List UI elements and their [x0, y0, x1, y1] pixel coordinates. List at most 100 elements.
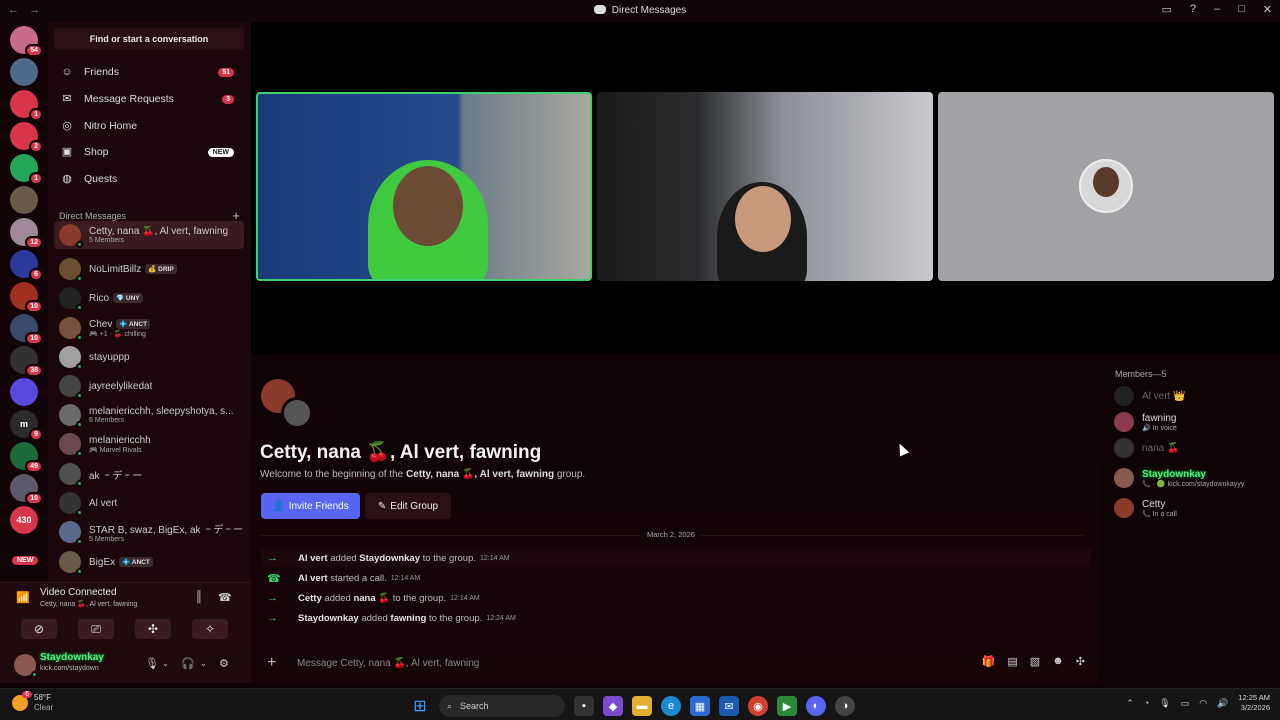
edge-icon[interactable]: e [661, 696, 681, 716]
message-target[interactable]: nana 🍒 [353, 593, 390, 604]
server-icon[interactable] [10, 58, 38, 86]
signal-icon[interactable]: 📶 [16, 591, 30, 605]
task-view-icon[interactable]: ▪ [574, 696, 594, 716]
wifi-icon[interactable]: ◠ [1199, 698, 1207, 709]
apps-icon[interactable]: ✣ [1076, 655, 1085, 668]
member-item[interactable]: Cetty 📞 In a call [1114, 495, 1274, 521]
dm-item[interactable]: Cetty, nana 🍒, Al vert, fawning 5 Members [54, 221, 244, 249]
screen-share-button[interactable]: ⎚ [78, 619, 114, 639]
message-actor[interactable]: Staydownkay [298, 613, 359, 624]
store-icon[interactable]: ▦ [690, 696, 710, 716]
server-icon[interactable]: 1 [10, 90, 43, 121]
server-icon[interactable]: 12 [10, 218, 43, 249]
weather-widget[interactable]: 6 58°F Clear [12, 691, 53, 713]
invite-friends-button[interactable]: 👤 Invite Friends [261, 493, 360, 519]
disconnect-icon[interactable]: ☎ [218, 591, 232, 604]
member-item[interactable]: nana 🍒 [1114, 435, 1274, 461]
member-item[interactable]: Al vert 👑 [1114, 383, 1274, 409]
dm-item[interactable]: STAR B, swaz, BigEx, ak ゠デ゠ー 5 Members [54, 518, 244, 546]
gif-icon[interactable]: ▤ [1007, 655, 1017, 668]
headphones-icon[interactable]: 🎧 [181, 657, 195, 670]
app-icon[interactable]: ◑ [835, 696, 855, 716]
mic-icon[interactable]: 🎙 [1159, 698, 1170, 709]
server-icon[interactable]: 49 [10, 442, 43, 473]
video-tile-fawning[interactable] [597, 92, 933, 281]
nav-item-shop[interactable]: ▣ Shop NEW [54, 140, 244, 164]
outlook-icon[interactable]: ✉ [719, 696, 739, 716]
edit-group-button[interactable]: ✎ Edit Group [365, 493, 451, 519]
message-composer[interactable]: + Message Cetty, nana 🍒, Al vert, fawnin… [261, 651, 1093, 675]
member-item[interactable]: fawning 🔊 In voice [1114, 409, 1274, 435]
minimize-button[interactable]: – [1214, 3, 1220, 16]
dm-item[interactable]: Rico 💎 UNY [54, 284, 244, 312]
help-icon[interactable]: ? [1190, 3, 1196, 16]
dm-item[interactable]: stayuppp [54, 343, 244, 371]
nav-item-mail[interactable]: ✉ Message Requests 3 [54, 87, 244, 111]
file-explorer-icon[interactable]: ▬ [632, 696, 652, 716]
message-actor[interactable]: Al vert [298, 553, 328, 564]
message-target[interactable]: fawning [390, 613, 426, 624]
dm-item[interactable]: NoLimitBillz 💰 DRIP [54, 255, 244, 283]
server-icon[interactable]: 10 [10, 474, 43, 505]
inbox-icon[interactable]: ▭ [1161, 3, 1171, 16]
message-actor[interactable]: Cetty [298, 593, 322, 604]
nav-item-friends[interactable]: ☺ Friends 51 [54, 60, 244, 84]
soundboard-button[interactable]: ✧ [192, 619, 228, 639]
server-icon[interactable]: 1 [10, 154, 43, 185]
chrome-icon[interactable]: ◉ [748, 696, 768, 716]
message-actor[interactable]: Al vert [298, 573, 328, 584]
emoji-icon[interactable]: ☻ [1052, 655, 1064, 668]
video-tile-alvert[interactable] [256, 92, 592, 281]
maximize-button[interactable]: □ [1238, 3, 1245, 16]
dm-item[interactable]: BigEx 💠 ANCT [54, 548, 244, 576]
noise-suppression-icon[interactable]: ║ [195, 591, 203, 603]
clock[interactable]: 12:25 AM 3/2/2026 [1238, 693, 1270, 713]
dm-item[interactable]: Chev 💠 ANCT 🎮 +1 · 🍒 chilling [54, 314, 244, 342]
avatar[interactable] [14, 654, 38, 678]
camera-off-button[interactable]: ⊘ [21, 619, 57, 639]
close-button[interactable]: ✕ [1263, 3, 1272, 16]
server-icon[interactable]: 10 [10, 282, 43, 313]
app-icon[interactable]: ◆ [603, 696, 623, 716]
server-icon[interactable] [10, 378, 38, 406]
dm-item[interactable]: ak ゠デ゠ー [54, 460, 244, 488]
display-icon[interactable]: ▭ [1181, 698, 1190, 709]
member-item[interactable]: Staydownkay 📞 · 🟢 kick.com/staydownkayyy [1114, 465, 1274, 491]
server-icon[interactable]: 6 [10, 250, 43, 281]
voice-channel[interactable]: Cetty, nana 🍒, Al vert, fawning [40, 600, 137, 608]
server-icon[interactable]: 10 [10, 314, 43, 345]
server-icon[interactable]: 54 [10, 26, 43, 57]
dm-item[interactable]: melaniericchh 🎮 Marvel Rivals [54, 430, 244, 458]
chevron-up-icon[interactable]: ⌃ [1126, 698, 1134, 709]
search-box[interactable]: ⌕ Search [439, 695, 565, 717]
mic-icon[interactable]: 🎙 [145, 657, 159, 670]
chevron-down-icon[interactable]: ⌄ [200, 659, 207, 668]
voice-status[interactable]: Video Connected [40, 587, 117, 598]
network-icon[interactable]: ◔ [1144, 698, 1149, 708]
media-icon[interactable]: ▶ [777, 696, 797, 716]
gift-icon[interactable]: 🎁 [982, 655, 996, 668]
server-icon[interactable] [10, 186, 38, 214]
chevron-down-icon[interactable]: ⌄ [162, 659, 169, 668]
nav-item-quests[interactable]: ◍ Quests [54, 167, 244, 191]
discord-taskbar-icon[interactable]: ◐ [806, 696, 826, 716]
find-conversation-button[interactable]: Find or start a conversation [54, 28, 244, 50]
server-icon[interactable]: 2 [10, 122, 43, 153]
server-icon[interactable]: m9 [10, 410, 43, 441]
gear-icon[interactable]: ⚙ [219, 657, 229, 670]
message-target[interactable]: Staydownkay [359, 553, 420, 564]
volume-icon[interactable]: 🔊 [1217, 698, 1228, 709]
user-name[interactable]: Staydownkay [40, 652, 104, 663]
video-tile-staydownkay[interactable] [938, 92, 1274, 281]
dm-item[interactable]: melaniericchh, sleepyshotya, s... 6 Membe… [54, 401, 244, 429]
attach-icon[interactable]: + [261, 654, 297, 672]
activities-button[interactable]: ✣ [135, 619, 171, 639]
sticker-icon[interactable]: ▧ [1030, 655, 1040, 668]
start-icon[interactable]: ⊞ [410, 696, 430, 716]
server-icon[interactable]: 38 [10, 346, 43, 377]
dm-item[interactable]: Al vert [54, 489, 244, 517]
server-icon[interactable]: 430 [10, 506, 38, 534]
message-input[interactable]: Message Cetty, nana 🍒, Al vert, fawning [297, 658, 479, 669]
dm-item[interactable]: jayreelylikedat [54, 372, 244, 400]
nav-item-nitro[interactable]: ◎ Nitro Home [54, 114, 244, 138]
